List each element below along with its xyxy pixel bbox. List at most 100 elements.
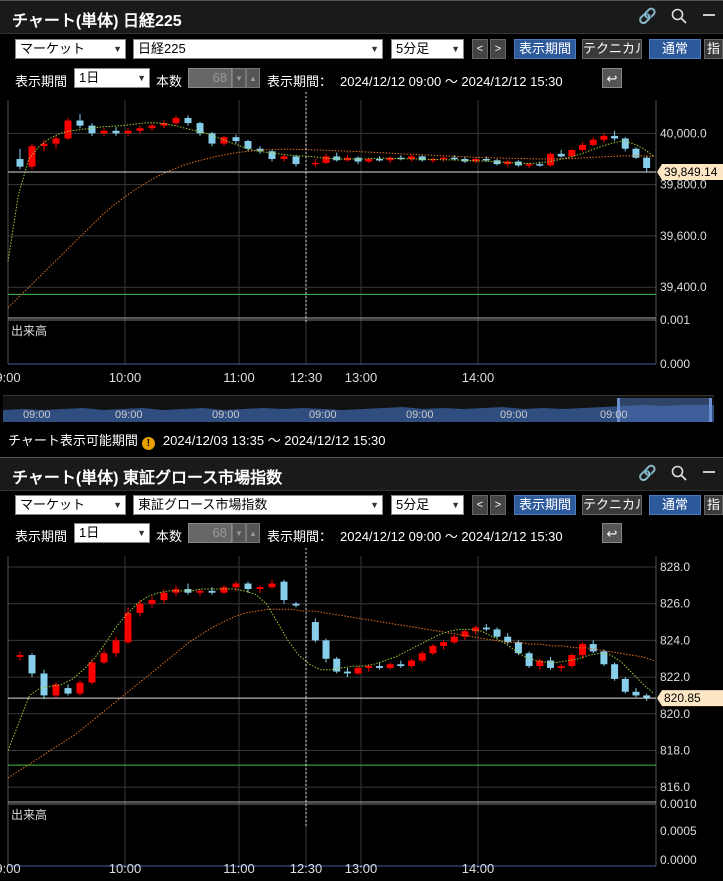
normal-button[interactable]: 通常 (649, 39, 701, 59)
panel-titlebar: チャート(単体) 日経225 🔗 (0, 0, 723, 34)
candle-body (557, 153, 565, 157)
reset-icon[interactable]: ↩ (602, 68, 622, 88)
prev-button[interactable]: < (472, 39, 488, 59)
y-tick-label: 826.0 (660, 597, 690, 611)
candle-body (160, 592, 168, 601)
market-select[interactable]: マーケット ▼ (15, 39, 126, 59)
candle-body (525, 653, 533, 667)
market-select[interactable]: マーケット ▼ (15, 495, 126, 515)
candle-body (333, 658, 341, 672)
market-select-value: マーケット (20, 497, 86, 512)
volume-tick-label: 0.0010 (660, 797, 697, 811)
candle-body (148, 125, 156, 129)
candle-body (333, 156, 341, 161)
candle-body (504, 161, 512, 165)
count-down-icon[interactable]: ▼ (232, 523, 246, 543)
period-select[interactable]: 1日 ▼ (74, 523, 150, 543)
chevron-down-icon: ▼ (451, 500, 460, 510)
candlestick-chart[interactable]: 828.0 826.0 824.0 822.0 820.0 818.0 816.0 出来高 0.… (0, 548, 723, 881)
symbol-select-value: 日経225 (138, 41, 186, 56)
candle-body (504, 636, 512, 643)
link-icon[interactable]: 🔗 (638, 8, 657, 26)
display-period-button[interactable]: 表示期間 (514, 39, 576, 59)
period-select-value: 1日 (79, 525, 100, 540)
candle-body (52, 138, 60, 144)
candle-body (64, 120, 72, 139)
symbol-select[interactable]: 東証グロース市場指数 ▼ (133, 495, 383, 515)
candle-body (184, 117, 192, 124)
candle-body (611, 664, 619, 679)
next-button[interactable]: > (490, 495, 506, 515)
x-tick-label: 14:00 (462, 861, 495, 876)
period-row: 表示期間 1日 ▼ 本数 68 ▼ ▲ 表示期間： 2024/12/12 09:0… (0, 523, 723, 549)
candle-body (365, 158, 373, 162)
x-tick-label: 11:00 (223, 861, 255, 876)
price-badge-label: 820.85 (664, 691, 701, 705)
candle-body (28, 146, 36, 167)
candle-body (579, 144, 587, 151)
candle-body (88, 662, 96, 683)
count-down-icon[interactable]: ▼ (232, 68, 246, 88)
period-select-value: 1日 (79, 70, 100, 85)
period-select[interactable]: 1日 ▼ (74, 68, 150, 88)
candle-body (148, 600, 156, 604)
reset-icon[interactable]: ↩ (602, 523, 622, 543)
candle-body (28, 655, 36, 674)
volume-tick-label: 0.0000 (660, 853, 697, 867)
x-tick-label: 10:00 (109, 861, 142, 876)
candle-body (386, 664, 394, 668)
normal-button[interactable]: 通常 (649, 495, 701, 515)
candle-body (16, 655, 24, 657)
chevron-down-icon: ▼ (370, 500, 379, 510)
prev-button[interactable]: < (472, 495, 488, 515)
count-input[interactable]: 68 (188, 523, 232, 543)
market-select-value: マーケット (20, 41, 86, 56)
count-up-icon[interactable]: ▲ (246, 523, 260, 543)
chevron-down-icon: ▼ (137, 73, 146, 83)
technical-button[interactable]: テクニカル (582, 495, 642, 515)
display-period-button[interactable]: 表示期間 (514, 495, 576, 515)
count-up-icon[interactable]: ▲ (246, 68, 260, 88)
minimize-icon[interactable] (700, 465, 718, 483)
y-tick-label: 822.0 (660, 670, 690, 684)
indicator-button[interactable]: 指 (704, 39, 723, 59)
price-badge-label: 39,849.14 (664, 165, 718, 179)
candle-body (408, 660, 416, 667)
link-icon[interactable]: 🔗 (638, 465, 657, 483)
minimize-icon[interactable] (700, 8, 718, 26)
interval-select-value: 5分足 (396, 497, 430, 512)
navigator-bar[interactable]: 09:00 09:00 09:00 09:00 09:00 09:00 09:0… (3, 395, 714, 422)
candle-body (375, 666, 383, 668)
volume-label: 出来高 (11, 807, 47, 822)
candle-body (112, 640, 120, 654)
technical-button[interactable]: テクニカル (582, 39, 642, 59)
interval-select[interactable]: 5分足 ▼ (391, 495, 464, 515)
period-row: 表示期間 1日 ▼ 本数 68 ▼ ▲ 表示期間： 2024/12/12 09:0… (0, 68, 723, 94)
range-value: 2024/12/12 09:00 ～ 2024/12/12 15:30 (340, 74, 563, 89)
candle-body (322, 640, 330, 659)
search-icon[interactable] (670, 465, 688, 483)
candle-body (579, 644, 587, 656)
chevron-down-icon: ▼ (451, 44, 460, 54)
candle-body (621, 678, 629, 692)
search-icon[interactable] (670, 8, 688, 26)
candlestick-chart[interactable]: 40,000.039,800.039,600.039,400.0出来高0.001… (0, 92, 723, 392)
warning-icon: ! (141, 437, 155, 450)
candle-body (450, 157, 458, 160)
candle-body (429, 158, 437, 161)
toolbar-row: マーケット ▼ 東証グロース市場指数 ▼ 5分足 ▼ < > 表示期間 テクニカル 通… (0, 495, 723, 521)
candle-body (450, 636, 458, 643)
symbol-select[interactable]: 日経225 ▼ (133, 39, 383, 59)
next-button[interactable]: > (490, 39, 506, 59)
candle-body (643, 157, 651, 168)
chevron-down-icon: ▼ (370, 44, 379, 54)
candle-body (322, 156, 330, 163)
indicator-button[interactable]: 指 (704, 495, 723, 515)
candle-body (64, 688, 72, 694)
interval-select[interactable]: 5分足 ▼ (391, 39, 464, 59)
candle-body (244, 583, 252, 590)
x-tick-label: 11:00 (223, 370, 255, 385)
candle-body (40, 673, 48, 696)
x-tick-label: 9:00 (0, 370, 21, 385)
count-input[interactable]: 68 (188, 68, 232, 88)
